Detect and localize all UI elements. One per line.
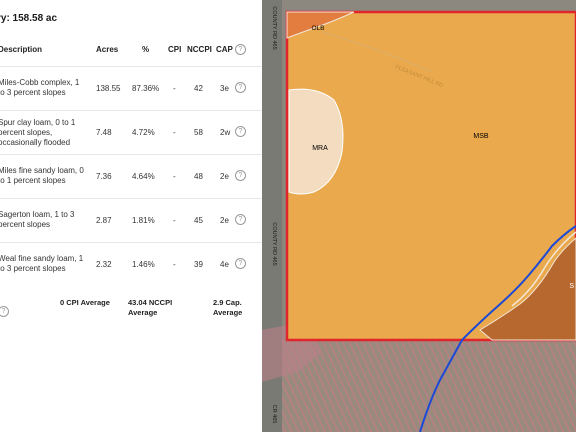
- row-help-icon[interactable]: ?: [235, 82, 246, 93]
- label-mra: MRA: [312, 145, 328, 152]
- footer-nccpi-average: 43.04 NCCPI Average: [128, 298, 173, 317]
- soil-description: Weal fine sandy loam, 1 to 3 percent slo…: [0, 254, 84, 273]
- percent-value: 1.81%: [132, 216, 155, 225]
- cpi-value: -: [173, 216, 176, 225]
- label-s: S: [569, 283, 574, 290]
- acres-value: 2.32: [96, 260, 112, 269]
- cpi-value: -: [173, 84, 176, 93]
- header-percent: %: [142, 45, 150, 54]
- table-row[interactable]: Weal fine sandy loam, 1 to 3 percent slo…: [0, 242, 262, 287]
- nccpi-value: 58: [194, 128, 203, 137]
- label-county-rd-top: COUNTY RD 465: [271, 6, 277, 49]
- table-row[interactable]: Sagerton loam, 1 to 3 percent slopes 2.87…: [0, 198, 262, 243]
- soil-description: Spur clay loam, 0 to 1 percent slopes, o…: [0, 118, 76, 147]
- nccpi-value: 48: [194, 172, 203, 181]
- acres-value: 2.87: [96, 216, 112, 225]
- label-olb: OLB: [311, 25, 324, 32]
- label-county-rd-mid: COUNTY RD 465: [271, 222, 277, 265]
- acres-value: 7.36: [96, 172, 112, 181]
- label-msb: MSB: [473, 133, 489, 140]
- row-help-icon[interactable]: ?: [235, 258, 246, 269]
- header-description: Description: [0, 45, 43, 54]
- table-row[interactable]: Miles-Cobb complex, 1 to 3 percent slope…: [0, 66, 262, 111]
- soil-description: Sagerton loam, 1 to 3 percent slopes: [0, 210, 75, 229]
- cap-value: 2e: [220, 216, 229, 225]
- percent-value: 1.46%: [132, 260, 155, 269]
- cap-help-icon[interactable]: ?: [235, 44, 246, 55]
- summary-acreage: ry: 158.58 ac: [0, 13, 58, 24]
- nccpi-value: 45: [194, 216, 203, 225]
- table-row[interactable]: Miles fine sandy loam, 0 to 1 percent sl…: [0, 154, 262, 199]
- cap-value: 2e: [220, 172, 229, 181]
- cpi-value: -: [173, 260, 176, 269]
- cpi-value: -: [173, 172, 176, 181]
- table-row[interactable]: Spur clay loam, 0 to 1 percent slopes, o…: [0, 110, 262, 155]
- footer-cpi-average: 0 CPI Average: [60, 298, 110, 307]
- soil-description: Miles fine sandy loam, 0 to 1 percent sl…: [0, 166, 84, 185]
- soil-table-panel: ry: 158.58 ac Description Acres % CPI NC…: [0, 0, 262, 432]
- row-help-icon[interactable]: ?: [235, 214, 246, 225]
- label-county-rd-bottom: CR 465: [271, 405, 277, 424]
- cap-value: 3e: [220, 84, 229, 93]
- cap-value: 2w: [220, 128, 231, 137]
- header-acres: Acres: [96, 45, 119, 54]
- footer-cap-average: 2.9 Cap. Average: [213, 298, 243, 317]
- nccpi-value: 42: [194, 84, 203, 93]
- cpi-value: -: [173, 128, 176, 137]
- percent-value: 4.64%: [132, 172, 155, 181]
- acres-value: 138.55: [96, 84, 121, 93]
- soil-description: Miles-Cobb complex, 1 to 3 percent slope…: [0, 78, 80, 97]
- acres-value: 7.48: [96, 128, 112, 137]
- footer-help-icon[interactable]: ?: [0, 306, 9, 317]
- row-help-icon[interactable]: ?: [235, 170, 246, 181]
- percent-value: 87.36%: [132, 84, 160, 93]
- header-cap: CAP: [216, 45, 233, 54]
- cap-value: 4e: [220, 260, 229, 269]
- row-help-icon[interactable]: ?: [235, 126, 246, 137]
- percent-value: 4.72%: [132, 128, 155, 137]
- nccpi-value: 39: [194, 260, 203, 269]
- header-nccpi: NCCPI: [187, 45, 212, 54]
- soil-map[interactable]: OLB MRA MSB S PLEASANT HILL RD COUNTY RD…: [262, 0, 576, 432]
- header-cpi: CPI: [168, 45, 182, 54]
